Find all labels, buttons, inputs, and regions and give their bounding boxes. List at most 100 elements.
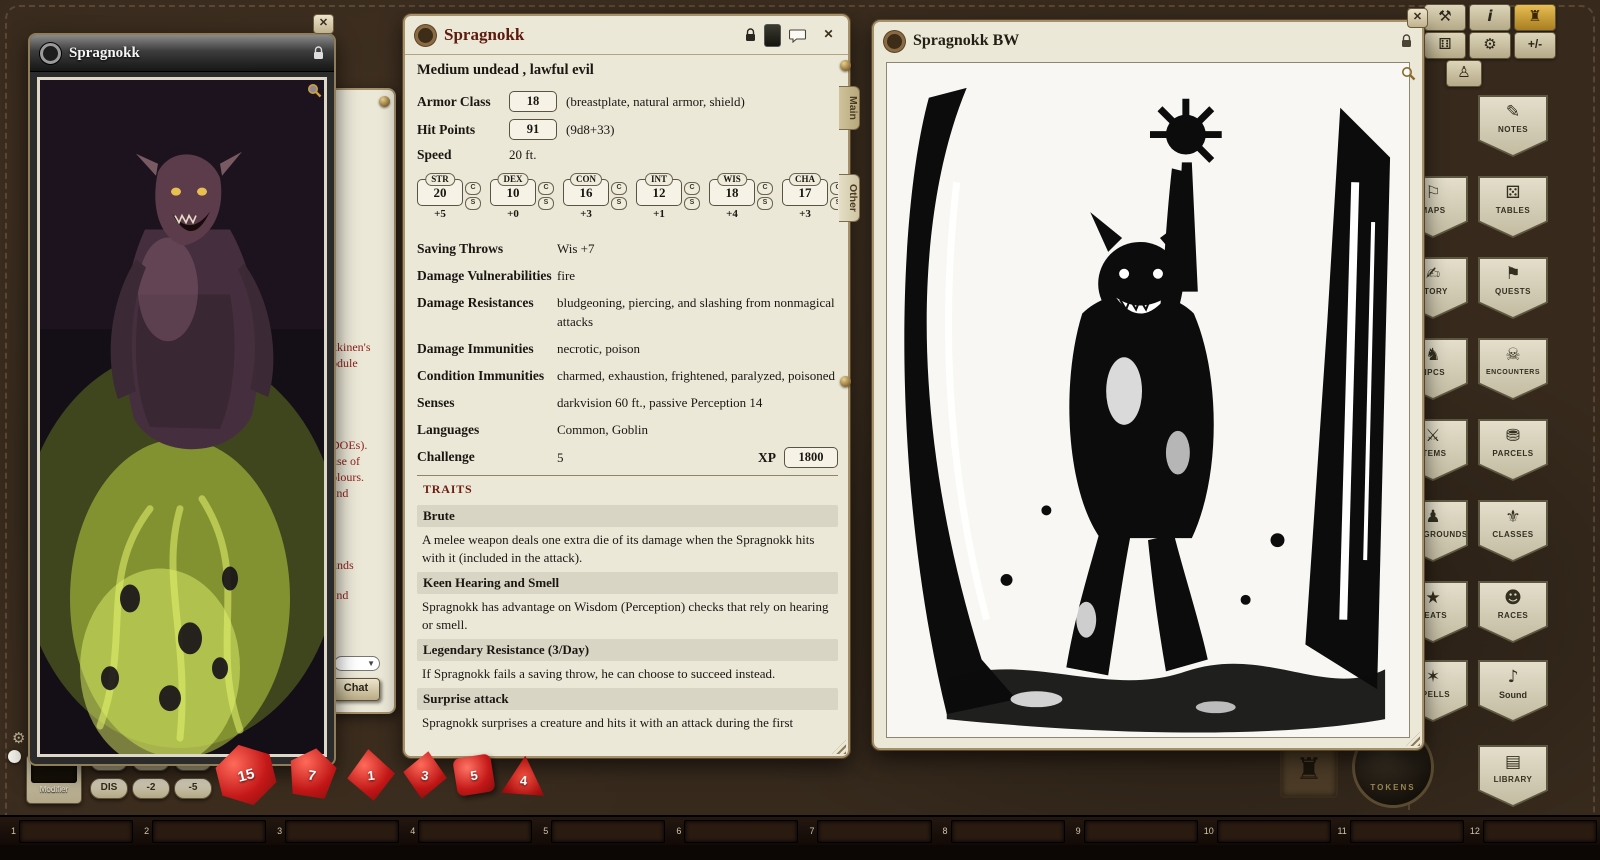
check-roll-button[interactable]: C <box>465 182 481 195</box>
bw-window-titlebar[interactable]: Spragnokk BW <box>874 22 1422 60</box>
sidebar-item-quests[interactable]: ⚑QUESTS <box>1478 257 1548 319</box>
tab-main[interactable]: Main <box>839 86 860 130</box>
dice-tower-button[interactable]: ♜ <box>1514 4 1556 31</box>
check-roll-button[interactable]: C <box>757 182 773 195</box>
dice-tower-slot[interactable]: ♜ <box>1280 744 1338 798</box>
settings-gear-icon[interactable]: ⚙ <box>12 729 25 747</box>
scroll-anchor-pin[interactable] <box>840 60 851 71</box>
check-roll-button[interactable]: C <box>684 182 700 195</box>
ability-con[interactable]: CON 16 +3 <box>563 179 609 227</box>
challenge-value: 5 <box>557 448 758 467</box>
die-d6[interactable]: 5 <box>452 753 495 796</box>
tab-other[interactable]: Other <box>839 174 860 222</box>
sidebar-item-classes[interactable]: ⚜CLASSES <box>1478 500 1548 562</box>
manual-button[interactable]: i <box>1469 4 1511 31</box>
fantasy-grounds-desktop: ⚒ i ♜ ⚅ ⚙ +/- ♙ ⚐MAPS ✍STORY ♞NPCS ⚔ITEM… <box>0 0 1600 860</box>
ability-int[interactable]: INT 12 +1 <box>636 179 682 227</box>
lock-icon[interactable] <box>1401 34 1412 48</box>
character-selection-button[interactable]: ♙ <box>1446 60 1482 87</box>
zoom-magnifier-icon[interactable] <box>1401 66 1416 81</box>
chat-button[interactable]: Chat <box>332 678 380 701</box>
statblock-window[interactable]: Spragnokk ✕ Medium undead , lawful evil … <box>403 14 850 758</box>
sidebar-item-encounters[interactable]: ☠ENCOUNTERS <box>1478 338 1548 400</box>
save-roll-button[interactable]: S <box>757 197 773 210</box>
window-link-icon[interactable] <box>884 31 905 52</box>
hit-points-row: Hit Points 91 (9d8+33) <box>417 119 838 140</box>
hotkey-target[interactable] <box>1217 820 1331 843</box>
window-link-icon[interactable] <box>415 25 436 46</box>
ability-dex[interactable]: DEX 10 +0 <box>490 179 536 227</box>
die-d8[interactable]: 3 <box>400 748 450 802</box>
hotkey-target[interactable] <box>551 820 665 843</box>
modifier-button-minus2[interactable]: -2 <box>132 778 170 799</box>
ability-str[interactable]: STR 20 +5 <box>417 179 463 227</box>
trait-name[interactable]: Legendary Resistance (3/Day) <box>417 639 838 661</box>
hotkey-target[interactable] <box>1350 820 1464 843</box>
sidebar-item-library[interactable]: ▤LIBRARY <box>1478 745 1548 807</box>
hotkey-number: 9 <box>1068 826 1081 836</box>
hotkey-target[interactable] <box>684 820 798 843</box>
trait-name[interactable]: Keen Hearing and Smell <box>417 572 838 594</box>
hotkey-target[interactable] <box>152 820 266 843</box>
creature-type-line: Medium undead , lawful evil <box>417 62 838 79</box>
ability-cha[interactable]: CHA 17 +3 <box>782 179 828 227</box>
hotkey-target[interactable] <box>285 820 399 843</box>
ability-wis[interactable]: WIS 18 +4 <box>709 179 755 227</box>
portrait-window-titlebar[interactable]: Spragnokk <box>30 35 334 72</box>
hit-points-value[interactable]: 91 <box>509 119 557 140</box>
lock-icon[interactable] <box>745 28 756 42</box>
close-button[interactable]: ✕ <box>819 26 838 44</box>
sidebar-item-parcels[interactable]: ⛃PARCELS <box>1478 419 1548 481</box>
scroll-anchor-pin[interactable] <box>840 376 851 387</box>
chat-bubble-icon[interactable] <box>789 28 807 43</box>
trait-name[interactable]: Surprise attack <box>417 688 838 710</box>
modifier-button-minus5[interactable]: -5 <box>174 778 212 799</box>
save-roll-button[interactable]: S <box>684 197 700 210</box>
token-portrait[interactable] <box>764 24 781 47</box>
tools-button[interactable]: ⚒ <box>1424 4 1466 31</box>
sidebar-label: TABLES <box>1496 206 1530 216</box>
save-roll-button[interactable]: S <box>465 197 481 210</box>
portrait-window[interactable]: Spragnokk ✕ <box>28 33 336 766</box>
modifier-button-dis[interactable]: DIS <box>90 778 128 799</box>
zoom-magnifier-icon[interactable] <box>307 83 322 98</box>
save-roll-button[interactable]: S <box>611 197 627 210</box>
hotkey-target[interactable] <box>1483 820 1597 843</box>
sidebar-item-tables[interactable]: ⚄TABLES <box>1478 176 1548 238</box>
sidebar-item-sound[interactable]: ♪Sound <box>1478 660 1548 722</box>
detail-label: Languages <box>417 420 557 439</box>
die-d12[interactable]: 7 <box>281 744 343 806</box>
hotkey-target[interactable] <box>817 820 931 843</box>
ability-scores-row: STR 20 +5 C S DEX 10 +0 C S <box>417 179 838 227</box>
check-roll-button[interactable]: C <box>611 182 627 195</box>
hotkey-target[interactable] <box>951 820 1065 843</box>
save-roll-button[interactable]: S <box>538 197 554 210</box>
trait-name[interactable]: Brute <box>417 505 838 527</box>
close-button[interactable]: ✕ <box>1407 8 1428 28</box>
modifiers-button[interactable]: +/- <box>1514 32 1556 59</box>
module-dropdown[interactable]: ▼ <box>334 656 380 671</box>
lock-icon[interactable] <box>313 46 324 60</box>
window-link-icon[interactable] <box>40 43 61 64</box>
hotkey-target[interactable] <box>19 820 133 843</box>
save-roll-button[interactable]: S <box>830 197 838 210</box>
bw-image-window[interactable]: Spragnokk BW ✕ <box>872 20 1424 750</box>
die-d10[interactable]: 1 <box>344 747 397 804</box>
close-icon: ✕ <box>823 27 833 41</box>
hotkey-target[interactable] <box>1084 820 1198 843</box>
die-d4[interactable]: 4 <box>500 752 549 797</box>
close-button[interactable]: ✕ <box>313 14 334 34</box>
hotkey-target[interactable] <box>418 820 532 843</box>
options-button[interactable]: ⚙ <box>1469 32 1511 59</box>
sidebar-label: PARCELS <box>1492 449 1533 459</box>
dice-selection-button[interactable]: ⚅ <box>1424 32 1466 59</box>
armor-class-value[interactable]: 18 <box>509 91 557 112</box>
module-window-partial[interactable]: kkinen's odule DOEs). use of olours. and… <box>326 88 396 714</box>
sidebar-item-races[interactable]: ☻RACES <box>1478 581 1548 643</box>
die-d20[interactable]: 15 <box>208 737 283 812</box>
check-roll-button[interactable]: C <box>538 182 554 195</box>
check-roll-button[interactable]: C <box>830 182 838 195</box>
statblock-titlebar[interactable]: Spragnokk ✕ <box>405 16 848 55</box>
sidebar-item-notes[interactable]: ✎NOTES <box>1478 95 1548 157</box>
xp-value[interactable]: 1800 <box>784 447 838 468</box>
